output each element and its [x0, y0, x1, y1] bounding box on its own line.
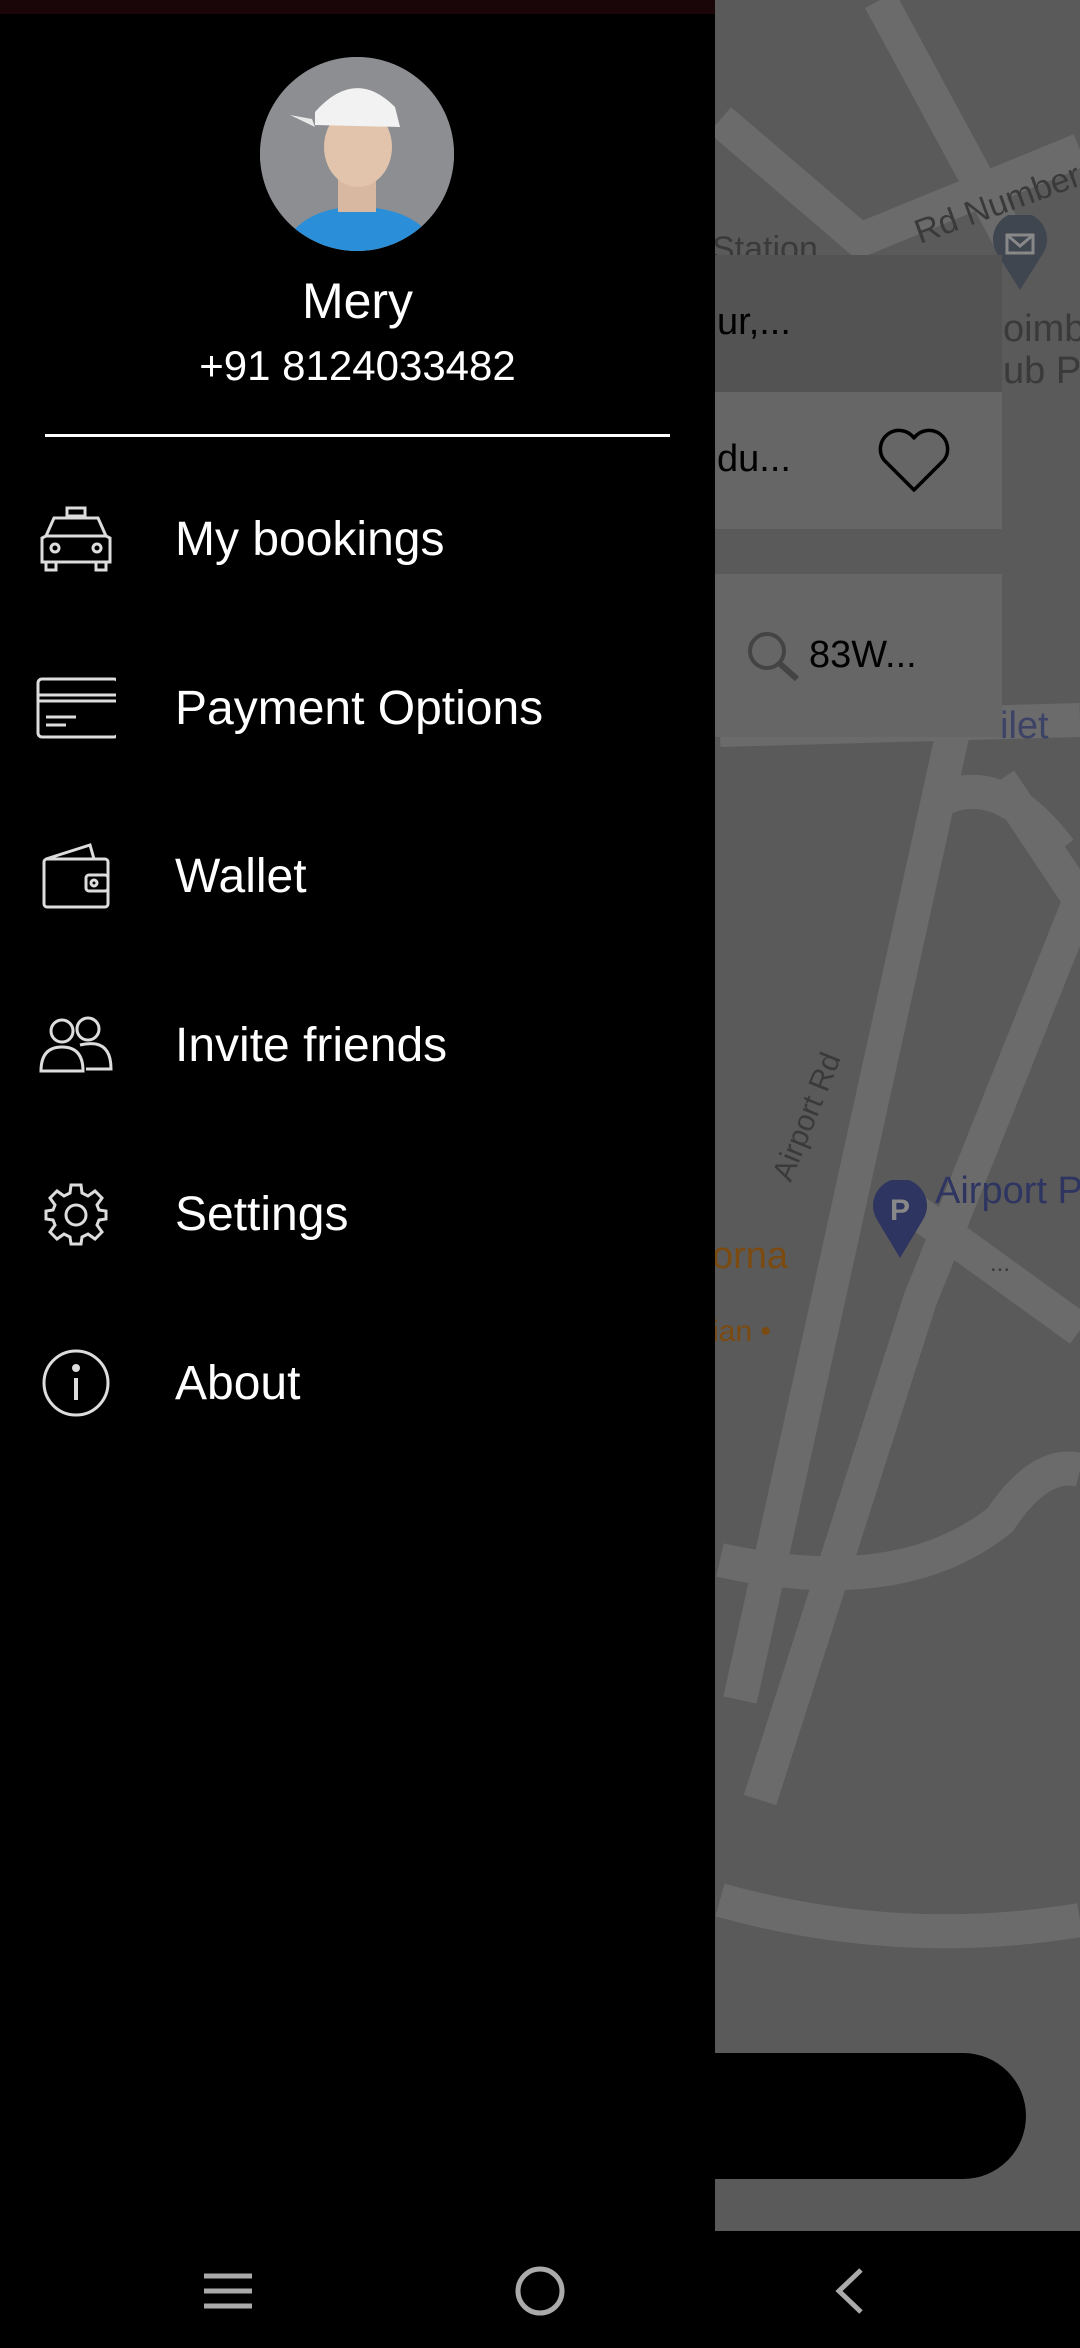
heart-icon[interactable] [878, 428, 950, 494]
users-icon [36, 1005, 116, 1085]
back-button[interactable] [809, 2251, 889, 2331]
menu-item-payment-options[interactable]: Payment Options [0, 633, 715, 783]
menu-item-label: My bookings [175, 512, 445, 566]
search-icon [748, 632, 799, 682]
menu-icon [204, 2273, 252, 2309]
menu-item-label: Payment Options [175, 681, 544, 735]
map-label: ... [990, 1250, 1011, 1277]
map-label: Airport P [935, 1170, 1080, 1212]
menu-item-label: About [175, 1356, 301, 1410]
map-label: oimb [1003, 308, 1080, 350]
user-name: Mery [301, 273, 414, 329]
taxi-icon [36, 499, 116, 579]
menu-item-about[interactable]: About [0, 1308, 715, 1458]
credit-card-icon [36, 668, 116, 748]
gear-icon [36, 1174, 116, 1254]
menu-item-label: Invite friends [175, 1018, 448, 1072]
home-circle-icon [515, 2266, 565, 2316]
drop-location-card[interactable]: du... [715, 392, 1002, 529]
info-icon [36, 1343, 116, 1423]
parking-pin-icon: P [873, 1180, 927, 1258]
user-photo [260, 57, 454, 251]
menu-item-invite-friends[interactable]: Invite friends [0, 970, 715, 1120]
status-bar [0, 0, 715, 14]
pickup-text: ur,... [717, 301, 791, 343]
user-phone: +91 8124033482 [199, 342, 516, 389]
system-navigation-bar [0, 2231, 1080, 2348]
search-card[interactable]: 83W... [715, 574, 1002, 737]
menu-item-my-bookings[interactable]: My bookings [0, 464, 715, 614]
wallet-icon [36, 836, 116, 916]
map-label: ilet [1000, 705, 1049, 747]
drop-text: du... [717, 438, 791, 480]
navigation-drawer: Mery +91 8124033482 My bookings Payment … [0, 0, 715, 2231]
recent-apps-button[interactable] [188, 2251, 268, 2331]
divider [45, 434, 670, 437]
home-button[interactable] [500, 2251, 580, 2331]
map-label: orna [712, 1235, 789, 1277]
menu-item-settings[interactable]: Settings [0, 1139, 715, 1289]
map-label: ian • [712, 1315, 771, 1348]
menu-item-wallet[interactable]: Wallet [0, 801, 715, 951]
avatar[interactable] [260, 57, 454, 251]
map-label: ub P [1003, 350, 1080, 392]
menu-item-label: Settings [175, 1187, 349, 1241]
menu-item-label: Wallet [175, 849, 307, 903]
pickup-location-card[interactable]: ur,... [715, 255, 1002, 392]
back-chevron-icon [835, 2268, 863, 2314]
search-text: 83W... [809, 634, 917, 676]
svg-text:P: P [890, 1194, 910, 1227]
